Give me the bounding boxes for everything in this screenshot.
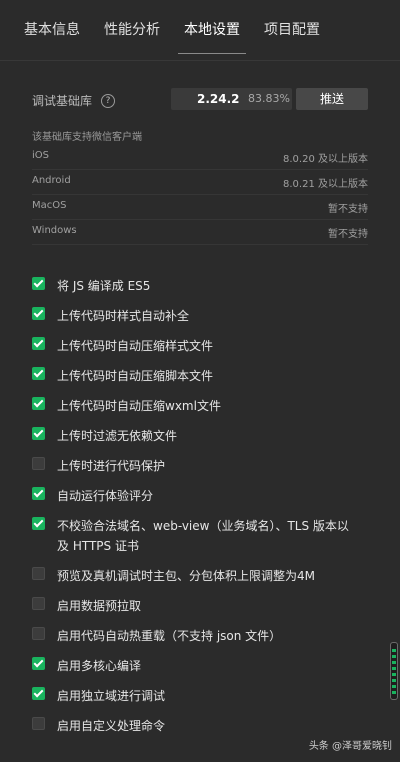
tab-performance[interactable]: 性能分析 bbox=[92, 0, 172, 60]
scrollbar[interactable] bbox=[390, 642, 398, 700]
option-label: 上传代码时自动压缩wxml文件 bbox=[57, 399, 221, 413]
option-label: 启用自定义处理命令 bbox=[57, 719, 166, 733]
platform-row-android: Android 8.0.21 及以上版本 bbox=[32, 169, 368, 195]
tab-project-config[interactable]: 项目配置 bbox=[252, 0, 332, 60]
option-label: 预览及真机调试时主包、分包体积上限调整为4M bbox=[57, 569, 315, 583]
question-circle-icon[interactable]: ? bbox=[101, 94, 115, 108]
platform-name: Android bbox=[32, 175, 71, 186]
base-library-version: 2.24.2 bbox=[197, 92, 240, 106]
option-label: 上传代码时自动压缩样式文件 bbox=[57, 339, 214, 353]
option-label: 上传代码时自动压缩脚本文件 bbox=[57, 369, 214, 383]
option-label: 启用多核心编译 bbox=[57, 659, 142, 673]
platform-row-ios: iOS 8.0.20 及以上版本 bbox=[32, 144, 368, 170]
scrollbar-tick bbox=[392, 649, 396, 652]
checkbox-checked[interactable] bbox=[32, 307, 45, 320]
base-library-label: 调试基础库 bbox=[32, 94, 93, 108]
tab-local-settings[interactable]: 本地设置 bbox=[172, 0, 252, 60]
checkbox-checked[interactable] bbox=[32, 397, 45, 410]
scrollbar-tick bbox=[392, 691, 396, 694]
platform-row-macos: MacOS 暂不支持 bbox=[32, 194, 368, 220]
checkbox-checked[interactable] bbox=[32, 517, 45, 530]
push-button[interactable]: 推送 bbox=[296, 88, 368, 110]
base-library-row: 调试基础库 ? 2.24.2 83.83% 推送 bbox=[0, 88, 400, 112]
option-label: 将 JS 编译成 ES5 bbox=[57, 279, 151, 293]
option-label: 上传代码时样式自动补全 bbox=[57, 309, 190, 323]
platform-value: 8.0.20 及以上版本 bbox=[283, 154, 368, 165]
checkbox-unchecked[interactable] bbox=[32, 597, 45, 610]
platform-name: iOS bbox=[32, 150, 49, 161]
option-label: 上传时进行代码保护 bbox=[57, 459, 166, 473]
option-label: 启用代码自动热重载（不支持 json 文件） bbox=[57, 629, 282, 643]
checkbox-unchecked[interactable] bbox=[32, 627, 45, 640]
scrollbar-tick bbox=[392, 685, 396, 688]
scrollbar-tick bbox=[392, 661, 396, 664]
checkbox-unchecked[interactable] bbox=[32, 567, 45, 580]
option-label: 启用数据预拉取 bbox=[57, 599, 142, 613]
scrollbar-tick bbox=[392, 679, 396, 682]
option-label: 自动运行体验评分 bbox=[57, 489, 154, 503]
scrollbar-tick bbox=[392, 655, 396, 658]
platform-value: 8.0.21 及以上版本 bbox=[283, 179, 368, 190]
base-library-version-select[interactable]: 2.24.2 83.83% bbox=[171, 88, 292, 110]
tab-basic-info[interactable]: 基本信息 bbox=[12, 0, 92, 60]
checkbox-checked[interactable] bbox=[32, 337, 45, 350]
option-label: 上传时过滤无依赖文件 bbox=[57, 429, 178, 443]
checkbox-unchecked[interactable] bbox=[32, 717, 45, 730]
support-title: 该基础库支持微信客户端 bbox=[32, 132, 142, 143]
checkbox-checked[interactable] bbox=[32, 657, 45, 670]
checkbox-checked[interactable] bbox=[32, 367, 45, 380]
scrollbar-tick bbox=[392, 673, 396, 676]
watermark: 头条 @泽哥爱晓钊 bbox=[308, 741, 392, 752]
platform-name: MacOS bbox=[32, 200, 67, 211]
checkbox-checked[interactable] bbox=[32, 277, 45, 290]
platform-name: Windows bbox=[32, 225, 77, 236]
platform-value: 暂不支持 bbox=[328, 229, 368, 240]
platform-value: 暂不支持 bbox=[328, 204, 368, 215]
option-label: 不校验合法域名、web-view（业务域名）、TLS 版本以及 HTTPS 证书 bbox=[57, 519, 349, 553]
checkbox-checked[interactable] bbox=[32, 687, 45, 700]
scrollbar-tick bbox=[392, 667, 396, 670]
checkbox-checked[interactable] bbox=[32, 487, 45, 500]
tab-bar: 基本信息 性能分析 本地设置 项目配置 bbox=[0, 0, 400, 61]
platform-row-windows: Windows 暂不支持 bbox=[32, 219, 368, 245]
base-library-coverage: 83.83% bbox=[248, 92, 290, 105]
checkbox-unchecked[interactable] bbox=[32, 457, 45, 470]
checkbox-checked[interactable] bbox=[32, 427, 45, 440]
option-label: 启用独立域进行调试 bbox=[57, 689, 166, 703]
